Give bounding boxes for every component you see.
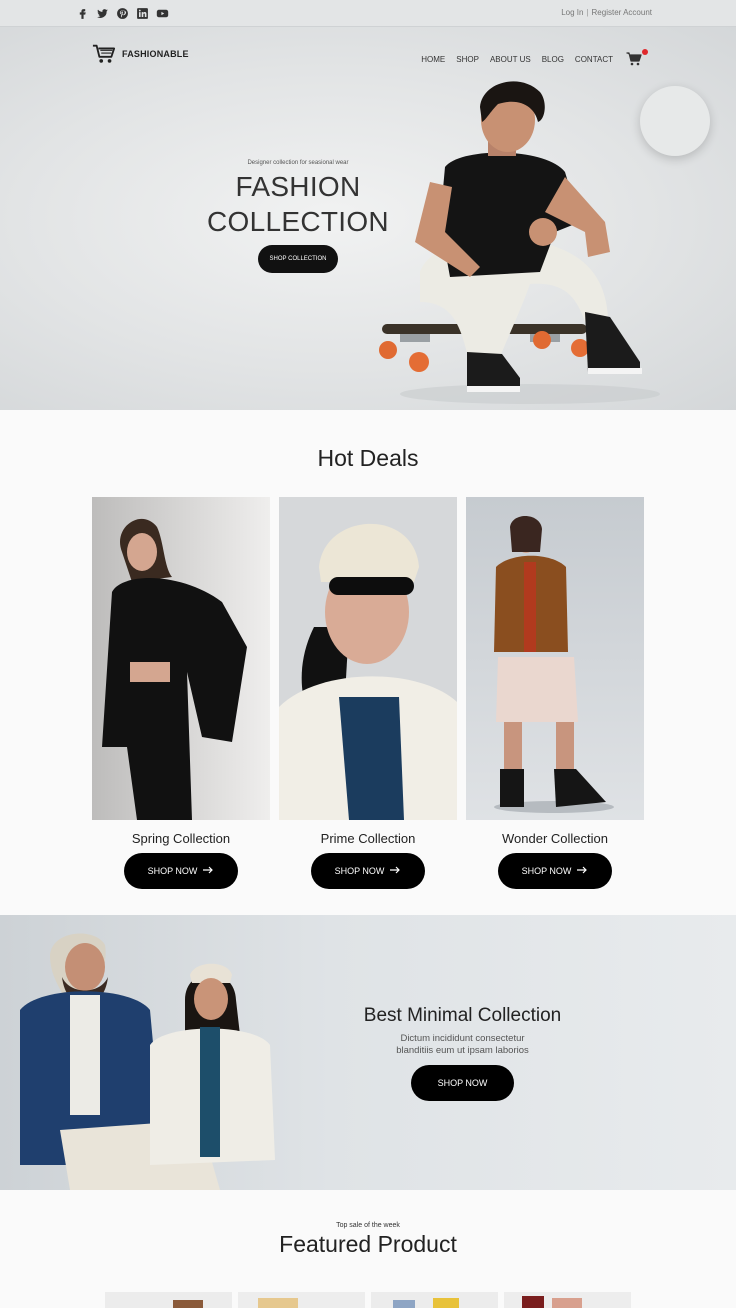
featured-section: Top sale of the week Featured Product (0, 1190, 736, 1308)
product-thumb[interactable] (105, 1292, 232, 1308)
banner-desc-line1: Dictum incididunt consectetur (400, 1033, 525, 1044)
shop-collection-button[interactable]: SHOP COLLECTION (258, 245, 338, 273)
hero-section: FASHIONABLE HOME SHOP ABOUT US BLOG CONT… (0, 27, 736, 410)
shop-now-button-prime[interactable]: SHOP NOW (311, 853, 425, 889)
banner-shop-now-button[interactable]: SHOP NOW (411, 1065, 514, 1101)
featured-subtitle: Top sale of the week (336, 1222, 400, 1229)
minimal-collection-banner: Best Minimal Collection Dictum incididun… (0, 915, 736, 1190)
deal-name-prime: Prime Collection (320, 831, 416, 846)
social-links (76, 7, 169, 20)
deal-image-spring[interactable] (92, 497, 270, 820)
hot-deals-section: Hot Deals Spring Collection SHOP NOW Pri… (0, 410, 736, 915)
deal-image-wonder[interactable] (466, 497, 644, 820)
shop-now-button-spring[interactable]: SHOP NOW (124, 853, 238, 889)
youtube-icon[interactable] (156, 7, 169, 20)
hero-text: Designer collection for seasional wear F… (200, 160, 396, 273)
hero-title-line1: FASHION (235, 171, 361, 202)
featured-title: Featured Product (279, 1231, 457, 1257)
hot-deals-title: Hot Deals (317, 445, 419, 471)
banner-description: Dictum incididunt consectetur blanditiis… (350, 1033, 575, 1057)
shop-now-label: SHOP NOW (521, 866, 572, 876)
banner-desc-line2: blanditiis eum ut ipsam laborios (396, 1045, 529, 1056)
arrow-right-icon (203, 866, 214, 876)
pinterest-icon[interactable] (116, 7, 129, 20)
floating-action-button[interactable] (640, 86, 710, 156)
banner-text: Best Minimal Collection Dictum incididun… (350, 1005, 575, 1101)
nav-shop[interactable]: SHOP (456, 55, 479, 64)
login-link[interactable]: Log In (561, 8, 583, 17)
product-thumb[interactable] (238, 1292, 365, 1308)
divider: | (586, 8, 589, 17)
deal-image-prime[interactable] (279, 497, 457, 820)
deal-card-prime: Prime Collection SHOP NOW (279, 497, 457, 889)
deal-card-wonder: Wonder Collection SHOP NOW (466, 497, 644, 889)
cart-button[interactable] (626, 49, 648, 66)
register-link[interactable]: Register Account (592, 8, 652, 17)
banner-title: Best Minimal Collection (363, 1005, 562, 1026)
top-bar: Log In | Register Account (0, 0, 736, 27)
shop-now-label: SHOP NOW (334, 866, 385, 876)
product-thumb[interactable] (371, 1292, 498, 1308)
shop-now-button-wonder[interactable]: SHOP NOW (498, 853, 612, 889)
product-thumb[interactable] (504, 1292, 631, 1308)
linkedin-icon[interactable] (136, 7, 149, 20)
cart-badge (642, 49, 648, 55)
shop-now-label: SHOP NOW (147, 866, 198, 876)
brand-name: FASHIONABLE (122, 49, 189, 59)
account-links: Log In | Register Account (561, 8, 652, 17)
nav-contact[interactable]: CONTACT (575, 55, 613, 64)
main-nav: HOME SHOP ABOUT US BLOG CONTACT (421, 49, 648, 66)
deal-card-spring: Spring Collection SHOP NOW (92, 497, 270, 889)
facebook-icon[interactable] (76, 7, 89, 20)
cart-icon (626, 52, 642, 66)
arrow-right-icon (390, 866, 401, 876)
hero-subtitle: Designer collection for seasional wear (247, 160, 349, 166)
deal-name-wonder: Wonder Collection (502, 831, 608, 846)
hero-title-line2: COLLECTION (207, 206, 389, 237)
brand-logo[interactable]: FASHIONABLE (92, 43, 189, 65)
banner-models-image (20, 933, 275, 1190)
nav-about-us[interactable]: ABOUT US (490, 55, 531, 64)
nav-blog[interactable]: BLOG (542, 55, 564, 64)
nav-home[interactable]: HOME (421, 55, 445, 64)
shopping-cart-icon (92, 44, 116, 63)
arrow-right-icon (577, 866, 588, 876)
deal-name-spring: Spring Collection (131, 831, 231, 846)
twitter-icon[interactable] (96, 7, 109, 20)
